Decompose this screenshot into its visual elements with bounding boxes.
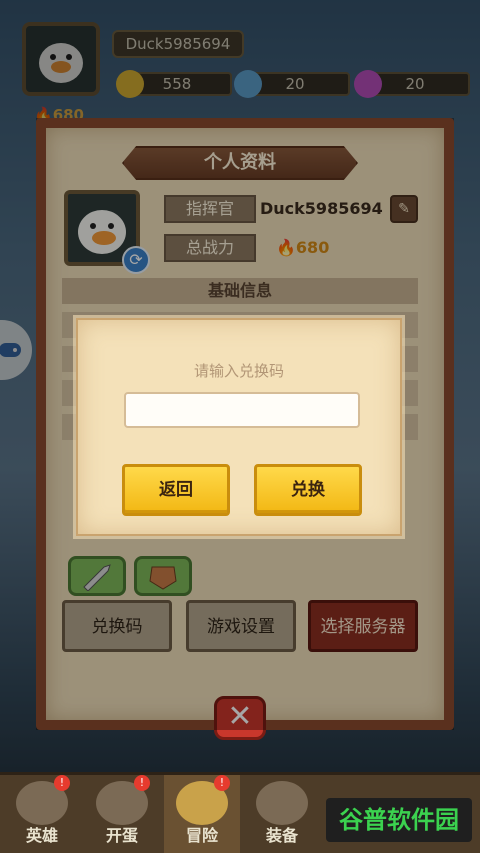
notification-badge: ! <box>54 775 70 791</box>
notification-badge: ! <box>134 775 150 791</box>
redeem-code-input[interactable] <box>124 392 360 428</box>
notification-badge: ! <box>214 775 230 791</box>
back-button[interactable]: 返回 <box>122 464 230 516</box>
watermark: 谷普软件园 <box>326 798 472 842</box>
nav-heroes[interactable]: 英雄 ! <box>4 775 80 853</box>
dialog-title: 请输入兑换码 <box>193 362 284 380</box>
nav-eggs[interactable]: 开蛋 ! <box>84 775 160 853</box>
redeem-button[interactable]: 兑换 <box>254 464 362 516</box>
lock-icon <box>256 781 308 825</box>
nav-equipment[interactable]: 装备 <box>244 775 320 853</box>
redeem-code-dialog: 请输入兑换码 返回 兑换 <box>76 318 402 536</box>
nav-adventure[interactable]: 冒险 ! <box>164 775 240 853</box>
